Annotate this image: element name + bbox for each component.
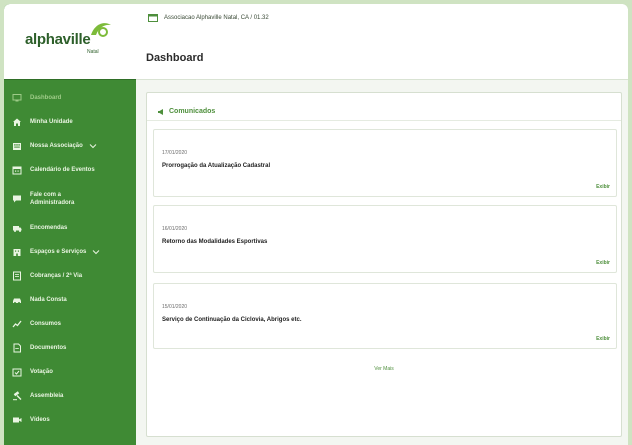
sidebar-item-label: Espaços e Serviços — [30, 249, 87, 255]
document-icon — [12, 343, 22, 353]
sidebar-item-nada-consta[interactable]: Nada Consta — [4, 288, 136, 312]
sidebar-item-encomendas[interactable]: Encomendas — [4, 216, 136, 240]
sidebar-item-minha-unidade[interactable]: Minha Unidade — [4, 110, 136, 134]
logo-subtext: Natal — [87, 48, 99, 55]
sidebar-item-documentos[interactable]: Documentos — [4, 336, 136, 360]
sidebar-item-consumos[interactable]: Consumos — [4, 312, 136, 336]
news-card: 15/01/2020 Serviço de Continuação da Cic… — [153, 283, 617, 349]
home-icon — [12, 117, 22, 127]
news-date: 15/01/2020 — [162, 304, 188, 310]
view-link[interactable]: Exibir — [596, 260, 610, 266]
sidebar-item-label: Votação — [30, 369, 53, 375]
sidebar-item-label: Cobranças / 2ª Via — [30, 273, 83, 279]
breadcrumb: Associacao Alphaville Natal, CA / 01.32 — [148, 14, 616, 22]
news-title: Retorno das Modalidades Esportivas — [162, 239, 268, 245]
vote-icon — [12, 367, 22, 377]
chart-icon — [12, 319, 22, 329]
panel-header: Comunicados — [147, 93, 621, 121]
sidebar-item-espacos-servicos[interactable]: Espaços e Serviços — [4, 240, 136, 264]
sidebar-item-label: Encomendas — [30, 225, 68, 231]
see-more-link[interactable]: Ver Mais — [147, 366, 621, 372]
sidebar-item-label: Nossa Associação — [30, 143, 83, 149]
building-icon — [148, 14, 158, 22]
sidebar-item-fale-administradora[interactable]: Fale com a Administradora — [4, 182, 136, 216]
chevron-down-icon — [89, 144, 97, 149]
sidebar-item-label: Assembleia — [30, 393, 64, 399]
news-date: 16/01/2020 — [162, 226, 188, 232]
sidebar-item-calendario[interactable]: Calendário de Eventos — [4, 158, 136, 182]
sidebar-menu: Dashboard Minha Unidade Nossa Associação — [4, 80, 136, 432]
sidebar-item-votacao[interactable]: Votação — [4, 360, 136, 384]
sidebar-item-assembleia[interactable]: Assembleia — [4, 384, 136, 408]
logo-text: alphaville — [25, 30, 91, 48]
megaphone-icon — [158, 108, 163, 115]
news-title: Serviço de Continuação da Ciclovia, Abri… — [162, 317, 302, 323]
app-window: alphaville Natal Dashboard Minha Unidade — [4, 4, 628, 445]
view-link[interactable]: Exibir — [596, 336, 610, 342]
monitor-icon — [12, 93, 22, 103]
chevron-down-icon — [93, 250, 100, 255]
logo-area[interactable]: alphaville Natal — [4, 4, 136, 80]
sidebar-item-videos[interactable]: Vídeos — [4, 408, 136, 432]
logo-swoosh-icon — [91, 22, 111, 37]
sidebar-item-label: Dashboard — [30, 95, 62, 101]
news-card: 17/01/2020 Prorrogação da Atualização Ca… — [153, 129, 617, 197]
chat-icon — [12, 194, 22, 204]
top-bar: Associacao Alphaville Natal, CA / 01.32 … — [136, 4, 628, 80]
invoice-icon — [12, 271, 22, 281]
sidebar-item-dashboard[interactable]: Dashboard — [4, 86, 136, 110]
sidebar-item-label: Nada Consta — [30, 297, 67, 303]
news-date: 17/01/2020 — [162, 150, 188, 156]
building-icon — [12, 247, 22, 257]
panel-title: Comunicados — [169, 108, 216, 115]
sidebar-item-label: Vídeos — [30, 417, 50, 423]
car-icon — [12, 295, 22, 305]
sidebar-item-label: Documentos — [30, 345, 67, 351]
sidebar-item-cobrancas[interactable]: Cobranças / 2ª Via — [4, 264, 136, 288]
page-title: Dashboard — [146, 52, 204, 64]
news-card: 16/01/2020 Retorno das Modalidades Espor… — [153, 205, 617, 273]
sidebar: alphaville Natal Dashboard Minha Unidade — [4, 4, 136, 445]
view-link[interactable]: Exibir — [596, 184, 610, 190]
news-title: Prorrogação da Atualização Cadastral — [162, 163, 271, 169]
package-icon — [12, 223, 22, 233]
alphaville-logo: alphaville Natal — [23, 21, 117, 63]
sidebar-item-label: Calendário de Eventos — [30, 167, 95, 173]
communications-panel: Comunicados 17/01/2020 Prorrogação da At… — [146, 92, 622, 437]
gavel-icon — [12, 391, 22, 401]
sidebar-item-label: Consumos — [30, 321, 62, 327]
breadcrumb-text[interactable]: Associacao Alphaville Natal, CA / 01.32 — [164, 15, 269, 21]
sidebar-item-label: Fale com a Administradora — [30, 192, 75, 206]
sidebar-item-nossa-associacao[interactable]: Nossa Associação — [4, 134, 136, 158]
building-icon — [12, 141, 22, 151]
main-content: Associacao Alphaville Natal, CA / 01.32 … — [136, 4, 628, 445]
calendar-icon — [12, 165, 22, 175]
video-icon — [12, 415, 22, 425]
sidebar-item-label: Minha Unidade — [30, 119, 73, 125]
